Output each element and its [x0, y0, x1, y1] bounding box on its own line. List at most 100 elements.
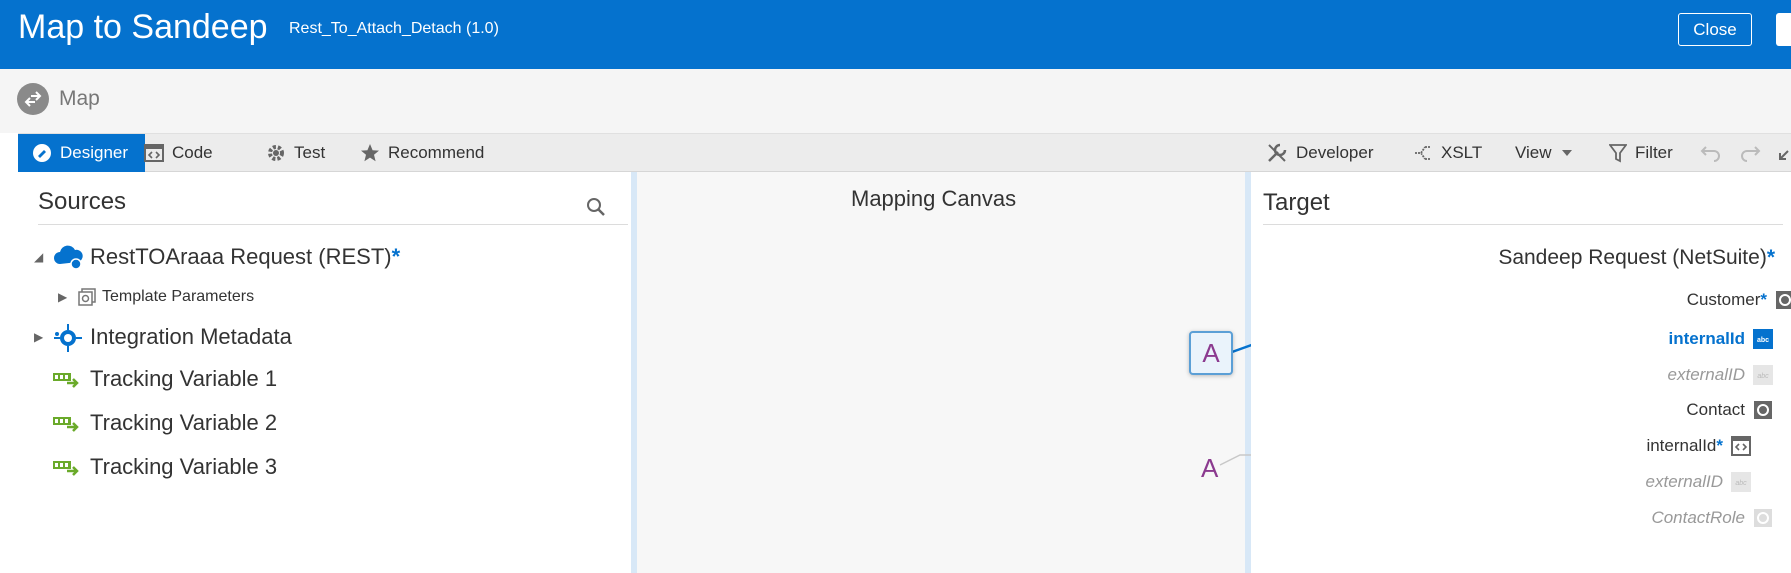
- target-node-internalid-mapped[interactable]: internalId abc: [1668, 329, 1773, 349]
- complex-element-icon: [1754, 509, 1772, 527]
- target-panel: Target Sandeep Request (NetSuite) * Custo…: [1251, 172, 1791, 573]
- target-node-customer[interactable]: Customer *: [1687, 290, 1791, 310]
- tab-designer-label: Designer: [60, 143, 129, 162]
- target-divider: [1263, 224, 1783, 225]
- canvas-title: Mapping Canvas: [851, 186, 1017, 211]
- function-node-selected[interactable]: A: [1189, 331, 1233, 375]
- source-node-label: Template Parameters: [102, 288, 255, 305]
- target-node-label: externalID: [1667, 365, 1745, 384]
- source-node-template-parameters[interactable]: ▶ Template Parameters: [58, 288, 254, 306]
- tab-test[interactable]: Test: [266, 134, 325, 172]
- overflow-button[interactable]: [1776, 13, 1791, 46]
- filter-label: Filter: [1635, 143, 1673, 162]
- sources-panel: Sources ◢ RestTOAraaa Request (REST) * ▶ …: [18, 172, 631, 573]
- string-type-icon: abc: [1753, 365, 1773, 385]
- collection-icon: [78, 288, 96, 306]
- undo-icon: [1700, 146, 1720, 162]
- filter-button[interactable]: Filter: [1609, 134, 1673, 172]
- required-marker: *: [1760, 290, 1767, 309]
- target-node-label: Customer: [1686, 290, 1761, 309]
- xslt-button[interactable]: XSLT: [1413, 134, 1482, 172]
- code-icon: [144, 144, 164, 162]
- expand-triangle-icon[interactable]: ▶: [58, 290, 78, 304]
- target-node-label: Sandeep Request (NetSuite): [1498, 246, 1767, 269]
- header-bar: Map to Sandeep Rest_To_Attach_Detach (1.…: [0, 0, 1791, 69]
- source-node-label: RestTOAraaa Request (REST): [90, 244, 392, 269]
- target-node-contact[interactable]: Contact: [1686, 400, 1773, 420]
- required-marker: *: [391, 244, 401, 269]
- target-node-label: internalId: [1646, 436, 1717, 455]
- undo-button[interactable]: [1700, 134, 1730, 172]
- map-label: Map: [59, 87, 100, 110]
- expand-button[interactable]: [1778, 134, 1791, 172]
- string-type-icon: abc: [1753, 329, 1773, 349]
- xslt-label: XSLT: [1441, 143, 1483, 162]
- search-icon[interactable]: [585, 196, 607, 218]
- target-node-label: Contact: [1686, 400, 1745, 419]
- expand-triangle-icon[interactable]: ▶: [34, 330, 52, 344]
- target-node-label: internalId: [1668, 329, 1745, 348]
- tracking-variable-icon: [53, 417, 79, 432]
- developer-label: Developer: [1296, 143, 1374, 162]
- target-node-label: ContactRole: [1651, 508, 1745, 527]
- page-title: Map to Sandeep: [18, 8, 268, 46]
- required-marker: *: [1766, 246, 1775, 269]
- svg-text:abc: abc: [1757, 373, 1769, 380]
- toolbar: Designer Code Test Recommend Developer X…: [18, 133, 1791, 172]
- target-node-contact-externalid[interactable]: externalID abc: [1646, 472, 1751, 492]
- source-node-tracking-variable-2[interactable]: Tracking Variable 2: [52, 410, 277, 436]
- target-node-contactrole[interactable]: ContactRole: [1651, 508, 1773, 528]
- target-node-label: externalID: [1645, 472, 1723, 491]
- required-marker: *: [1716, 436, 1723, 455]
- function-node[interactable]: A: [1201, 453, 1218, 484]
- tab-designer[interactable]: Designer: [18, 134, 146, 172]
- star-icon: [361, 144, 379, 162]
- expand-icon: [1779, 150, 1789, 160]
- developer-button[interactable]: Developer: [1266, 134, 1374, 172]
- tab-recommend[interactable]: Recommend: [360, 134, 484, 172]
- filter-icon: [1609, 144, 1627, 163]
- xslt-icon: [1415, 146, 1431, 160]
- source-node-label: Tracking Variable 2: [90, 410, 278, 435]
- attribute-code-icon: [1731, 436, 1751, 456]
- gear-icon: [268, 145, 284, 161]
- tab-recommend-label: Recommend: [388, 143, 485, 162]
- target-node-contact-internalid[interactable]: internalId *: [1646, 436, 1751, 456]
- source-node-integration-metadata[interactable]: ▶ Integration Metadata: [34, 322, 292, 352]
- target-node-sandeep-request[interactable]: Sandeep Request (NetSuite) *: [1498, 246, 1775, 270]
- source-node-tracking-variable-3[interactable]: Tracking Variable 3: [52, 454, 277, 480]
- redo-button[interactable]: [1739, 134, 1769, 172]
- tab-code[interactable]: Code: [144, 134, 213, 172]
- redo-icon: [1741, 146, 1761, 162]
- sources-divider: [38, 224, 628, 225]
- tab-test-label: Test: [294, 143, 326, 162]
- tracking-variable-icon: [53, 373, 79, 388]
- wrench-icon: [1268, 143, 1287, 162]
- string-type-icon: abc: [1731, 472, 1751, 492]
- sources-title: Sources: [38, 188, 127, 215]
- rest-cloud-icon: [54, 245, 83, 270]
- designer-icon: [33, 144, 51, 162]
- tracking-variable-icon: [53, 461, 79, 476]
- integration-name: Rest_To_Attach_Detach (1.0): [289, 20, 499, 37]
- view-label: View: [1515, 143, 1552, 162]
- mapping-canvas: Mapping Canvas: [637, 172, 1245, 573]
- source-node-label: Tracking Variable 1: [90, 366, 278, 391]
- svg-text:abc: abc: [1757, 337, 1769, 344]
- map-icon: [17, 83, 49, 115]
- collapse-triangle-icon[interactable]: ◢: [34, 250, 52, 264]
- complex-element-icon: [1776, 291, 1791, 309]
- chevron-down-icon: [1561, 150, 1572, 156]
- map-breadcrumb: Map: [0, 69, 1791, 133]
- source-node-tracking-variable-1[interactable]: Tracking Variable 1: [52, 366, 277, 392]
- source-node-rest-request[interactable]: ◢ RestTOAraaa Request (REST) *: [34, 244, 400, 270]
- svg-text:abc: abc: [1735, 480, 1747, 487]
- target-title: Target: [1263, 189, 1330, 216]
- target-node-externalid[interactable]: externalID abc: [1668, 365, 1773, 385]
- close-button[interactable]: Close: [1678, 13, 1752, 46]
- view-menu[interactable]: View: [1515, 134, 1582, 172]
- tab-code-label: Code: [172, 143, 213, 162]
- complex-element-icon: [1754, 401, 1772, 419]
- source-node-label: Tracking Variable 3: [90, 454, 278, 479]
- integration-metadata-icon: [54, 324, 82, 352]
